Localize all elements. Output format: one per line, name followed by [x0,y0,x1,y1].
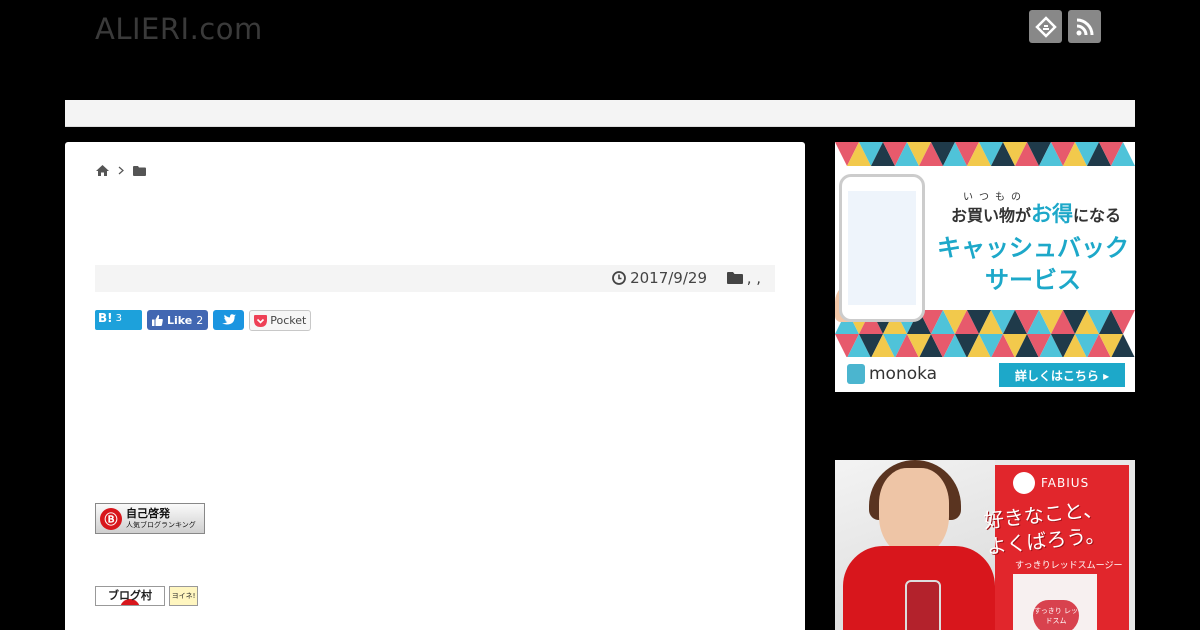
ad-headline-3: サービス [985,266,1081,294]
monoka-logo: monoka [847,364,937,384]
twitter-share-button[interactable] [213,310,245,330]
feedly-icon[interactable] [1029,10,1062,43]
breadcrumb [96,165,146,176]
post-meta: 2017/9/29 , , [95,265,775,292]
hatena-bookmark-button[interactable]: B! 3 [95,310,142,330]
twitter-icon [221,314,236,325]
smartphone-image [839,174,925,322]
shopping-bag-icon [847,364,865,384]
blog-village-yoine-badge[interactable]: ヨイネ! [169,586,198,606]
ad-cta-button[interactable]: 詳しくはこちら ▸ [999,363,1125,387]
blog-village-label: ブログ村 [108,589,152,602]
clock-icon [612,271,626,285]
fabius-logo: FABIUS [1013,472,1089,494]
smoothie-jar-image [905,580,941,630]
main-content: 2017/9/29 , , B! 3 Like 2 Pocket Ⓑ 自己啓発 … [65,142,805,630]
post-categories: , , [726,269,761,287]
fabius-product-name: すっきりレッドスムージー [1015,561,1123,571]
facebook-like-button[interactable]: Like 2 [147,310,209,330]
blog-ranking-logo: Ⓑ [100,507,122,530]
pocket-label: Pocket [270,314,307,327]
ad-footer: monoka 詳しくはこちら ▸ [835,357,1135,392]
thumbs-up-icon [152,314,163,326]
blog-ranking-title: 自己啓発 [126,506,170,520]
post-date: 2017/9/29 [612,269,707,287]
fabius-ad-banner[interactable]: FABIUS 好きなこと、 よくばろう。 すっきりレッドスムージー すっきり レッ… [835,460,1135,630]
header-icons [1029,10,1101,43]
ad-headline-2: キャッシュバック [937,234,1129,262]
blog-ranking-subtitle: 人気ブログランキング [126,520,196,529]
facebook-like-count: 2 [196,313,204,327]
hatena-count: 3 [115,313,122,324]
fabius-package-label: すっきり レッドスム [1033,600,1079,630]
monoka-ad-banner[interactable]: いつもの お買い物がお得になる キャッシュバック サービス monoka 詳しく… [835,142,1135,392]
folder-icon[interactable] [133,165,146,176]
site-title[interactable]: ALIERI.com [95,12,263,46]
post-date-text: 2017/9/29 [630,269,707,287]
post-categories-text[interactable]: , , [747,269,761,287]
pocket-button[interactable]: Pocket [249,310,312,331]
ad-headline-1: お買い物がお得になる [950,202,1122,226]
pocket-icon [254,314,268,327]
hatena-label: B! [98,311,113,325]
triangle-pattern-top [835,142,1135,166]
chevron-right-icon [118,166,124,175]
blog-ranking-banner[interactable]: Ⓑ 自己啓発 人気ブログランキング [95,503,205,534]
rss-icon[interactable] [1068,10,1101,43]
home-icon[interactable] [96,165,109,176]
global-nav [65,100,1135,127]
folder-icon [726,272,743,284]
share-buttons: B! 3 Like 2 Pocket [95,310,312,331]
fabius-logo-icon [1013,472,1035,494]
blog-village-banner[interactable]: ブログ村 [95,586,165,606]
facebook-like-label: Like [167,313,193,327]
